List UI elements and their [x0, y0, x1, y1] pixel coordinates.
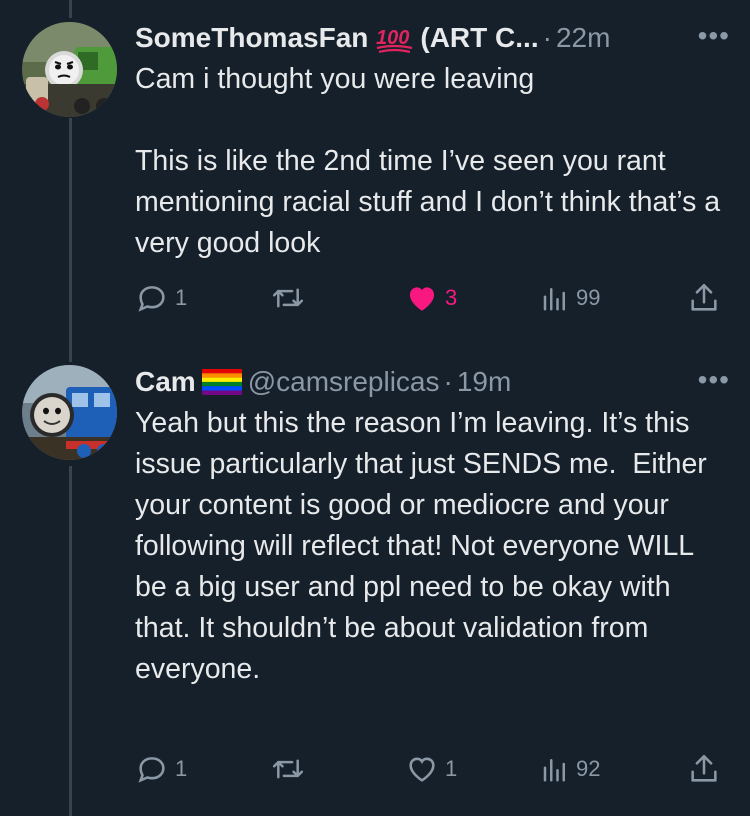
views-chart-icon — [543, 288, 565, 311]
header-separator: · — [443, 366, 453, 397]
more-options-icon[interactable]: ••• — [698, 18, 730, 54]
tweet-header: Cam @camsreplicas · 19m ••• — [135, 362, 730, 402]
views-button[interactable]: 92 — [540, 749, 600, 789]
views-count: 99 — [576, 285, 601, 310]
retweet-button[interactable] — [270, 278, 312, 318]
share-icon — [691, 754, 717, 782]
views-button[interactable]: 99 — [540, 278, 600, 318]
retweet-icon — [272, 759, 304, 779]
display-name[interactable]: Cam — [135, 362, 196, 402]
views-chart-icon — [543, 759, 565, 782]
reply-button[interactable]: 1 — [135, 749, 187, 789]
action-bar: 1 1 92 — [135, 749, 725, 789]
retweet-icon — [272, 288, 304, 308]
share-button[interactable] — [687, 749, 721, 789]
like-button[interactable]: 1 — [405, 749, 457, 789]
reply-icon — [138, 286, 165, 312]
header-separator: · — [542, 22, 552, 53]
user-handle[interactable]: @camsreplicas — [248, 362, 440, 402]
tweet-text: Cam i thought you were leaving This is l… — [135, 63, 721, 259]
heart-outline-icon — [409, 757, 435, 782]
retweet-button[interactable] — [270, 749, 312, 789]
more-options-icon[interactable]: ••• — [698, 362, 730, 398]
views-count: 92 — [576, 756, 601, 781]
rainbow-flag-emoji-icon — [201, 369, 242, 395]
timestamp[interactable]: 19m — [457, 362, 511, 402]
tweet-header: SomeThomasFan 100 (ART C... · 22m ••• — [135, 18, 730, 58]
like-count: 3 — [445, 285, 458, 310]
avatar[interactable] — [22, 365, 117, 460]
share-icon — [691, 283, 717, 311]
like-button[interactable]: 3 — [405, 278, 457, 318]
display-name[interactable]: SomeThomasFan — [135, 18, 368, 58]
reply-count: 1 — [175, 756, 188, 781]
tweet-text: Yeah but this the reason I’m leaving. It… — [135, 407, 715, 685]
heart-filled-icon — [409, 287, 435, 311]
reply-icon — [138, 757, 165, 783]
tweet-reply-2[interactable]: Cam @camsreplicas · 19m ••• Yeah but thi… — [0, 350, 750, 816]
action-bar: 1 3 99 — [135, 278, 725, 318]
reply-button[interactable]: 1 — [135, 278, 187, 318]
avatar[interactable] — [22, 22, 117, 117]
hundred-points-emoji-icon: 100 — [374, 22, 414, 54]
reply-count: 1 — [175, 285, 188, 310]
tweet-reply-1[interactable]: SomeThomasFan 100 (ART C... · 22m ••• Ca… — [0, 0, 750, 350]
timestamp[interactable]: 22m — [556, 18, 610, 58]
share-button[interactable] — [687, 278, 721, 318]
display-name-suffix[interactable]: (ART C... — [420, 18, 538, 58]
like-count: 1 — [445, 756, 458, 781]
